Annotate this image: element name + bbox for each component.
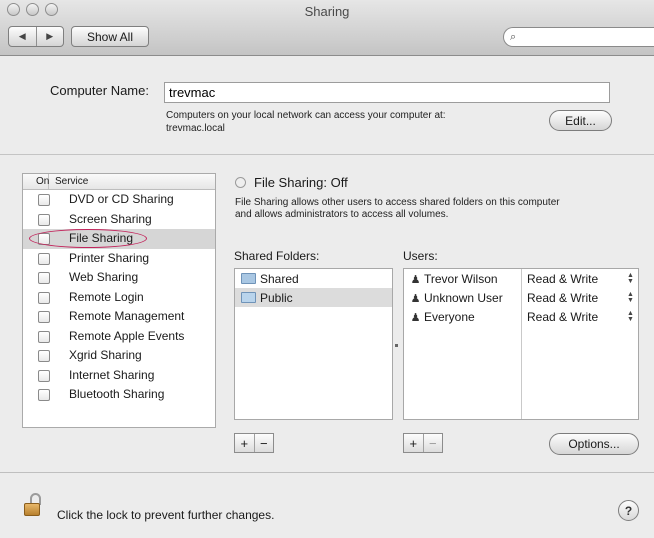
computer-name-input[interactable]: trevmac bbox=[164, 82, 610, 103]
service-row-printer-sharing[interactable]: Printer Sharing bbox=[23, 249, 215, 269]
user-name: Unknown User bbox=[424, 290, 503, 305]
shared-folders-list[interactable]: Shared Public bbox=[234, 268, 393, 420]
highlight-annotation-ellipse bbox=[29, 229, 147, 248]
single-user-icon: ♟ bbox=[410, 273, 421, 286]
local-hostname: trevmac.local bbox=[166, 123, 225, 134]
service-label: Remote Apple Events bbox=[69, 328, 185, 343]
service-row-remote-management[interactable]: Remote Management bbox=[23, 307, 215, 327]
add-folder-button[interactable]: + bbox=[235, 434, 254, 452]
users-label: Users: bbox=[403, 249, 438, 263]
service-label: DVD or CD Sharing bbox=[69, 192, 174, 206]
services-list-header: On Service bbox=[23, 174, 215, 190]
group-icon: ♟ bbox=[410, 311, 421, 324]
single-user-icon: ♟ bbox=[410, 292, 421, 305]
permission-popup[interactable]: Read & Write bbox=[527, 272, 598, 286]
service-row-bluetooth-sharing[interactable]: Bluetooth Sharing bbox=[23, 385, 215, 405]
user-row[interactable]: ♟ Unknown User Read & Write ▲ ▼ bbox=[404, 288, 638, 307]
remove-folder-button[interactable]: − bbox=[253, 434, 274, 452]
status-indicator-icon bbox=[235, 177, 246, 188]
help-button[interactable]: ? bbox=[618, 500, 639, 521]
user-name: Everyone bbox=[424, 309, 475, 324]
service-checkbox[interactable] bbox=[38, 350, 50, 362]
file-sharing-status-text: File Sharing: Off bbox=[254, 175, 348, 190]
user-row[interactable]: ♟ Everyone Read & Write ▲ ▼ bbox=[404, 307, 638, 326]
description-line: and allows administrators to access all … bbox=[235, 209, 449, 220]
service-row-dvd[interactable]: DVD or CD Sharing bbox=[23, 190, 215, 210]
window-titlebar: Sharing ◀ ▶ Show All ⌕ bbox=[0, 0, 654, 56]
edit-button[interactable]: Edit... bbox=[549, 110, 612, 131]
description-line: File Sharing allows other users to acces… bbox=[235, 197, 560, 208]
users-list[interactable]: ♟ Trevor Wilson Read & Write ▲ ▼ ♟ Unknown … bbox=[403, 268, 639, 420]
service-label: Remote Login bbox=[69, 289, 144, 304]
options-button[interactable]: Options... bbox=[549, 433, 639, 455]
service-checkbox[interactable] bbox=[38, 369, 50, 382]
window-title: Sharing bbox=[304, 4, 350, 19]
back-forward-control: ◀ ▶ bbox=[8, 26, 64, 47]
show-all-button[interactable]: Show All bbox=[71, 26, 149, 47]
service-checkbox[interactable] bbox=[38, 194, 50, 206]
split-handle[interactable] bbox=[395, 344, 398, 347]
service-label: Printer Sharing bbox=[69, 250, 150, 265]
search-field[interactable]: ⌕ bbox=[503, 27, 654, 47]
forward-arrow-icon[interactable]: ▶ bbox=[35, 27, 64, 46]
service-checkbox[interactable] bbox=[38, 330, 50, 343]
service-label: Internet Sharing bbox=[69, 367, 155, 382]
service-row-screen-sharing[interactable]: Screen Sharing bbox=[23, 210, 215, 230]
users-add-remove: + − bbox=[403, 433, 443, 453]
file-sharing-description: File Sharing allows other users to acces… bbox=[235, 197, 635, 221]
user-name: Trevor Wilson bbox=[424, 271, 498, 286]
computer-address-info: Computers on your local network can acce… bbox=[166, 109, 446, 135]
service-checkbox[interactable] bbox=[38, 389, 50, 401]
service-row-remote-apple-events[interactable]: Remote Apple Events bbox=[23, 327, 215, 347]
service-checkbox[interactable] bbox=[38, 213, 50, 226]
service-label: Xgrid Sharing bbox=[69, 348, 142, 362]
up-down-arrows-icon[interactable]: ▲ ▼ bbox=[627, 310, 634, 323]
back-arrow-icon[interactable]: ◀ bbox=[9, 27, 36, 46]
service-row-web-sharing[interactable]: Web Sharing bbox=[23, 268, 215, 288]
service-row-remote-login[interactable]: Remote Login bbox=[23, 288, 215, 308]
service-checkbox[interactable] bbox=[38, 311, 50, 323]
permission-popup[interactable]: Read & Write bbox=[527, 291, 598, 305]
shared-folders-add-remove: + − bbox=[234, 433, 274, 453]
lock-icon[interactable] bbox=[24, 493, 42, 517]
column-header-on[interactable]: On bbox=[23, 174, 49, 189]
folder-icon bbox=[241, 273, 256, 284]
up-down-arrows-icon[interactable]: ▲ ▼ bbox=[627, 291, 634, 304]
service-checkbox[interactable] bbox=[38, 252, 50, 265]
service-row-file-sharing[interactable]: File Sharing bbox=[23, 229, 215, 249]
service-row-internet-sharing[interactable]: Internet Sharing bbox=[23, 366, 215, 386]
service-row-xgrid-sharing[interactable]: Xgrid Sharing bbox=[23, 346, 215, 366]
service-checkbox[interactable] bbox=[38, 291, 50, 304]
permission-popup[interactable]: Read & Write bbox=[527, 310, 598, 324]
file-sharing-status: File Sharing: Off bbox=[235, 175, 348, 190]
public-folder-icon bbox=[241, 292, 256, 303]
footer-bar: Click the lock to prevent further change… bbox=[0, 472, 654, 538]
service-checkbox[interactable] bbox=[38, 272, 50, 284]
service-label: Screen Sharing bbox=[69, 211, 152, 226]
folder-name: Public bbox=[260, 290, 293, 305]
up-down-arrows-icon[interactable]: ▲ ▼ bbox=[627, 272, 634, 285]
computer-name-label: Computer Name: bbox=[50, 83, 149, 98]
shared-folder-row[interactable]: Public bbox=[235, 288, 392, 307]
lock-message: Click the lock to prevent further change… bbox=[57, 508, 275, 522]
services-list: On Service DVD or CD Sharing Screen Shar… bbox=[22, 173, 216, 428]
computer-name-section: Computer Name: trevmac Computers on your… bbox=[0, 57, 654, 155]
add-user-button[interactable]: + bbox=[404, 434, 423, 452]
address-info-line: Computers on your local network can acce… bbox=[166, 110, 446, 121]
column-header-service[interactable]: Service bbox=[49, 174, 88, 189]
folder-name: Shared bbox=[260, 271, 299, 286]
shared-folder-row[interactable]: Shared bbox=[235, 269, 392, 288]
service-label: Bluetooth Sharing bbox=[69, 387, 165, 401]
shared-folders-label: Shared Folders: bbox=[234, 249, 320, 263]
search-icon: ⌕ bbox=[510, 31, 517, 43]
service-label: Web Sharing bbox=[69, 270, 139, 284]
service-label: Remote Management bbox=[69, 309, 185, 323]
remove-user-button[interactable]: − bbox=[422, 434, 443, 452]
user-row[interactable]: ♟ Trevor Wilson Read & Write ▲ ▼ bbox=[404, 269, 638, 288]
